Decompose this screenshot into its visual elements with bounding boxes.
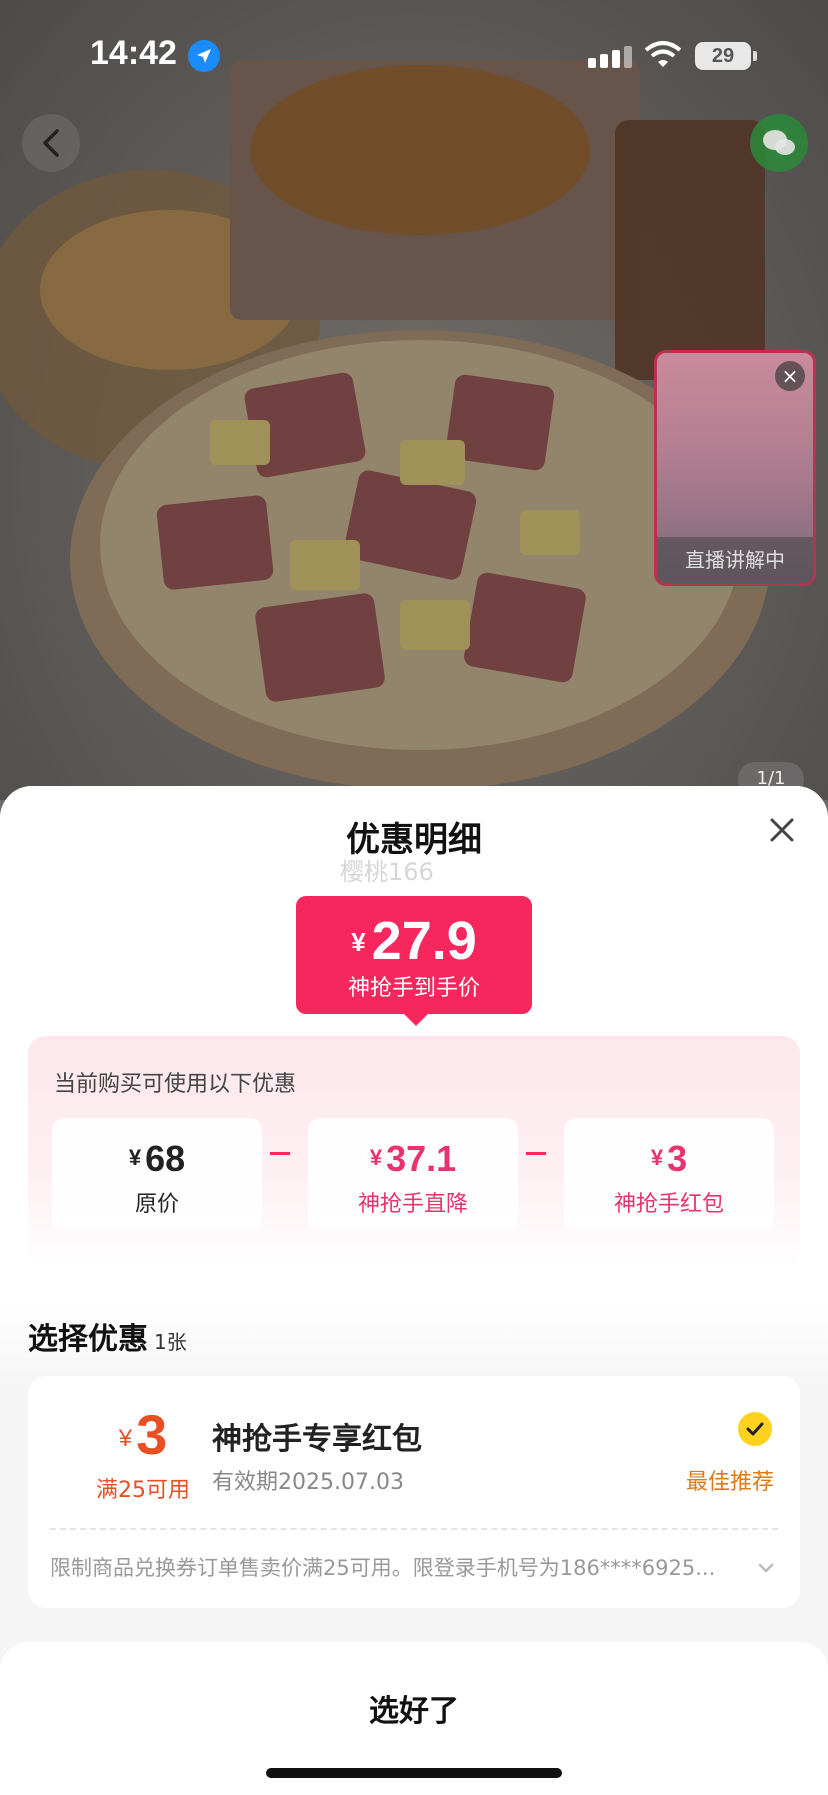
red-packet-value-row: ¥3: [564, 1138, 774, 1180]
minus-operator: [270, 1152, 290, 1155]
direct-discount-label: 神抢手直降: [357, 1192, 468, 1217]
final-price-value-row: ¥27.9: [296, 910, 532, 972]
home-indicator[interactable]: [266, 1768, 562, 1778]
breakdown-title: 当前购买可使用以下优惠: [54, 1072, 297, 1097]
coupon-validity: 有效期2025.07.03: [212, 1470, 404, 1495]
price-breakdown: 当前购买可使用以下优惠 ¥68 原价 ¥37.1 神抢手直降 ¥3 神抢手红包: [28, 1036, 800, 1268]
battery-icon: 29: [695, 42, 751, 70]
final-price-currency: ¥: [351, 927, 366, 957]
expand-chevron-icon[interactable]: [754, 1556, 778, 1580]
back-button[interactable]: [22, 114, 80, 172]
red-packet-card: ¥3 神抢手红包: [564, 1118, 774, 1230]
coupon-currency: ¥: [118, 1425, 133, 1452]
original-price-card: ¥68 原价: [52, 1118, 262, 1230]
original-price-label: 原价: [134, 1192, 179, 1217]
status-time: 14:42: [90, 34, 177, 72]
ghost-watermark-text: 樱桃166: [340, 858, 434, 886]
coupon-description: 限制商品兑换券订单售卖价满25可用。限登录手机号为186****6925...: [50, 1556, 716, 1580]
coupon-amount-value: 3: [136, 1403, 168, 1466]
coupon-amount: ¥3: [88, 1402, 198, 1467]
live-status-label: 直播讲解中: [657, 537, 813, 583]
original-price-value: 68: [145, 1138, 186, 1179]
live-stream-preview[interactable]: × 直播讲解中: [654, 350, 816, 586]
currency-symbol: ¥: [369, 1145, 383, 1170]
coupon-selected-checkbox[interactable]: [738, 1412, 772, 1446]
coupon-card[interactable]: ¥3 满25可用 神抢手专享红包 有效期2025.07.03 最佳推荐 限制商品…: [28, 1376, 800, 1608]
currency-symbol: ¥: [128, 1145, 142, 1170]
final-price-badge: ¥27.9 神抢手到手价: [296, 896, 532, 1014]
red-packet-label: 神抢手红包: [613, 1192, 724, 1217]
discount-detail-sheet: 优惠明细 樱桃166 ¥27.9 神抢手到手价 当前购买可使用以下优惠 ¥68 …: [0, 786, 828, 1795]
chevron-left-icon: [43, 129, 59, 157]
best-recommend-badge: 最佳推荐: [686, 1470, 775, 1495]
location-arrow-icon: [188, 40, 220, 72]
currency-symbol: ¥: [650, 1145, 664, 1170]
price-badge-pointer: [404, 1014, 428, 1026]
live-close-icon[interactable]: ×: [775, 361, 805, 391]
direct-discount-value: 37.1: [386, 1138, 457, 1179]
select-discount-heading: 选择优惠 1张: [28, 1314, 187, 1358]
coupon-divider: [50, 1528, 778, 1530]
select-discount-title: 选择优惠: [28, 1322, 148, 1357]
minus-operator: [526, 1152, 546, 1155]
direct-discount-value-row: ¥37.1: [308, 1138, 518, 1180]
wechat-icon: [763, 130, 795, 155]
wifi-icon: [644, 40, 682, 74]
coupon-count: 1张: [154, 1330, 187, 1354]
close-button[interactable]: [762, 810, 802, 850]
checkmark-icon: [746, 1422, 764, 1436]
wechat-share-button[interactable]: [750, 114, 808, 172]
final-price-label: 神抢手到手价: [347, 976, 480, 1001]
battery-tip: [753, 51, 757, 61]
final-price-value: 27.9: [371, 911, 477, 971]
original-price-value-row: ¥68: [52, 1138, 262, 1180]
direct-discount-card: ¥37.1 神抢手直降: [308, 1118, 518, 1230]
coupon-name: 神抢手专享红包: [212, 1422, 422, 1457]
close-icon: [770, 818, 794, 842]
cellular-signal-icon: [588, 46, 632, 68]
coupon-condition: 满25可用: [96, 1478, 190, 1503]
status-bar: 14:42 29: [0, 0, 828, 110]
confirm-button[interactable]: 选好了: [0, 1686, 828, 1730]
red-packet-value: 3: [667, 1138, 688, 1179]
